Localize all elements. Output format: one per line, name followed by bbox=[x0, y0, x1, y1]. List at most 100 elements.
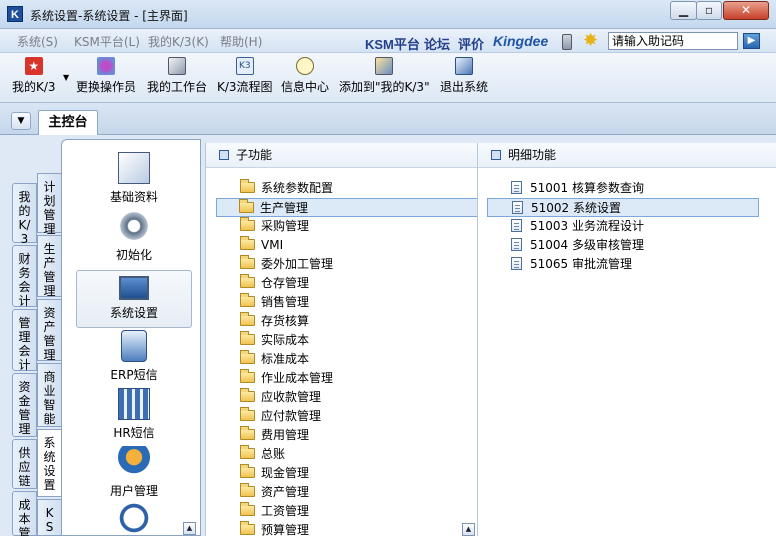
vtab-my-k3[interactable]: 我的K/3 bbox=[12, 183, 37, 246]
document-icon bbox=[511, 257, 522, 270]
phone-icon[interactable] bbox=[562, 34, 572, 50]
document-icon bbox=[511, 219, 522, 232]
menu-ksm[interactable]: KSM平台(L) bbox=[74, 33, 140, 50]
kingdee-logo: Kingdee bbox=[493, 33, 549, 49]
subfunction-item[interactable]: 应收款管理 bbox=[217, 388, 479, 407]
subfunction-item[interactable]: 存货核算 bbox=[217, 312, 479, 331]
my-k3-button[interactable]: ★ 我的K/3 bbox=[12, 57, 56, 95]
folder-icon bbox=[240, 331, 255, 345]
detail-header-label: 明细功能 bbox=[508, 148, 557, 162]
vtab-label: 商业智能 bbox=[43, 370, 56, 426]
module-erp-sms[interactable]: ERP短信 bbox=[76, 330, 192, 383]
menu-system[interactable]: 系统(S) bbox=[17, 33, 58, 50]
subfunction-item[interactable]: 预算管理 bbox=[217, 521, 479, 536]
star-icon[interactable]: ✸ bbox=[583, 30, 598, 51]
close-button[interactable]: ✕ bbox=[723, 1, 769, 20]
subfunction-item[interactable]: 委外加工管理 bbox=[217, 255, 479, 274]
subfunction-item[interactable]: 作业成本管理 bbox=[217, 369, 479, 388]
gear-icon bbox=[118, 210, 150, 242]
subfunction-item[interactable]: 采购管理 bbox=[217, 217, 479, 236]
subfunction-label: 资产管理 bbox=[261, 485, 310, 499]
detail-item[interactable]: 51004 多级审核管理 bbox=[487, 236, 759, 255]
change-user-button[interactable]: 更换操作员 bbox=[76, 57, 136, 95]
detail-name: 多级审核管理 bbox=[572, 238, 645, 252]
module-label: 基础资料 bbox=[109, 190, 158, 204]
flowchart-button[interactable]: K3 K/3流程图 bbox=[217, 57, 273, 95]
subfunction-item[interactable]: 仓存管理 bbox=[217, 274, 479, 293]
detail-header: 明细功能 bbox=[478, 143, 776, 168]
subfunction-item[interactable]: 销售管理 bbox=[217, 293, 479, 312]
chevron-down-icon[interactable]: ▼ bbox=[63, 73, 69, 82]
detail-name: 核算参数查询 bbox=[572, 181, 645, 195]
subfunction-label: 委外加工管理 bbox=[261, 257, 334, 271]
detail-item[interactable]: 51065 审批流管理 bbox=[487, 255, 759, 274]
maximize-button[interactable]: ▫ bbox=[696, 1, 722, 20]
subfunction-item[interactable]: 应付款管理 bbox=[217, 407, 479, 426]
add-favorite-icon bbox=[375, 57, 394, 75]
folder-icon bbox=[240, 521, 255, 535]
window-title: 系统设置-系统设置 - [主界面] bbox=[30, 9, 188, 23]
subfunction-label: 应收款管理 bbox=[261, 390, 322, 404]
subfunction-label: 现金管理 bbox=[261, 466, 310, 480]
vtab-fund-management[interactable]: 资金管理 bbox=[12, 373, 37, 437]
subfunction-item[interactable]: 标准成本 bbox=[217, 350, 479, 369]
subfunction-label: 预算管理 bbox=[261, 523, 310, 536]
subfunction-item[interactable]: 工资管理 bbox=[217, 502, 479, 521]
ksm-platform-link[interactable]: KSM平台 bbox=[365, 34, 420, 53]
subfunction-scroll-up-button[interactable]: ▲ bbox=[462, 523, 475, 536]
detail-code: 51001 bbox=[530, 181, 569, 195]
vtab-financial-accounting[interactable]: 财务会计 bbox=[12, 245, 37, 308]
review-link[interactable]: 评价 bbox=[458, 34, 484, 53]
vtab-label: 管理会计 bbox=[18, 316, 31, 372]
message-center-button[interactable]: 信息中心 bbox=[281, 57, 329, 95]
module-initialization[interactable]: 初始化 bbox=[76, 210, 192, 263]
vtab-ksm[interactable]: KSM bbox=[37, 499, 62, 536]
subfunction-item[interactable]: 现金管理 bbox=[217, 464, 479, 483]
folder-icon bbox=[240, 407, 255, 421]
forum-link[interactable]: 论坛 bbox=[424, 34, 450, 53]
subfunction-header: 子功能 bbox=[206, 143, 477, 168]
subfunction-item[interactable]: 总账 bbox=[217, 445, 479, 464]
subfunction-item[interactable]: 资产管理 bbox=[217, 483, 479, 502]
subfunction-label: 标准成本 bbox=[261, 352, 310, 366]
vtab-management-accounting[interactable]: 管理会计 bbox=[12, 309, 37, 372]
add-to-my-k3-button[interactable]: 添加到"我的K/3" bbox=[339, 57, 430, 95]
module-user-management[interactable]: 用户管理 bbox=[76, 446, 192, 499]
chevron-down-icon[interactable]: ▼ bbox=[11, 112, 31, 130]
vtab-assets[interactable]: 资产管理 bbox=[37, 299, 62, 362]
exit-system-button[interactable]: 退出系统 bbox=[440, 57, 488, 95]
subfunction-panel: 子功能 系统参数配置 生产管理采购管理 VMI 委外加工管理仓存管理 销售管理 存货核算实… bbox=[205, 143, 479, 536]
vtab-planning[interactable]: 计划管理 bbox=[37, 173, 62, 236]
module-hr-sms[interactable]: HR短信 bbox=[76, 388, 192, 441]
mnemonic-search-input[interactable]: 请输入助记码 bbox=[608, 32, 738, 50]
vtab-supply-chain[interactable]: 供应链 bbox=[12, 439, 37, 489]
hr-sms-icon bbox=[118, 388, 150, 420]
vtab-cost-management[interactable]: 成本管 bbox=[12, 491, 37, 536]
vtab-production[interactable]: 生产管理 bbox=[37, 235, 62, 298]
module-more[interactable] bbox=[76, 502, 192, 536]
search-go-button[interactable]: ▶ bbox=[743, 33, 760, 49]
menu-help[interactable]: 帮助(H) bbox=[220, 33, 262, 50]
menu-my-k3[interactable]: 我的K/3(K) bbox=[148, 33, 209, 50]
detail-item[interactable]: 51001 核算参数查询 bbox=[487, 179, 759, 198]
vtab-business-intelligence[interactable]: 商业智能 bbox=[37, 363, 62, 427]
subfunction-item[interactable]: VMI bbox=[217, 236, 479, 255]
detail-item[interactable]: 51003 业务流程设计 bbox=[487, 217, 759, 236]
subfunction-item[interactable]: 系统参数配置 bbox=[217, 179, 479, 198]
module-basic-data[interactable]: 基础资料 bbox=[76, 152, 192, 205]
subfunction-item[interactable]: 生产管理 bbox=[216, 198, 478, 217]
vtab-system-settings[interactable]: 系统设置 bbox=[37, 429, 62, 497]
subfunction-item[interactable]: 实际成本 bbox=[217, 331, 479, 350]
tab-main-console[interactable]: 主控台 bbox=[38, 110, 98, 135]
minimize-button[interactable]: ▁ bbox=[670, 1, 697, 20]
subfunction-label: 采购管理 bbox=[261, 219, 310, 233]
workbench-button[interactable]: 我的工作台 bbox=[147, 57, 207, 95]
module-system-settings[interactable]: 系统设置 bbox=[76, 270, 192, 328]
module-scroll-up-button[interactable]: ▲ bbox=[183, 522, 196, 535]
folder-icon bbox=[240, 312, 255, 326]
k3-logo-icon: K bbox=[7, 6, 23, 22]
folder-icon bbox=[240, 217, 255, 231]
detail-item[interactable]: 51002 系统设置 bbox=[487, 198, 759, 217]
close-icon: ✕ bbox=[740, 3, 752, 17]
subfunction-item[interactable]: 费用管理 bbox=[217, 426, 479, 445]
